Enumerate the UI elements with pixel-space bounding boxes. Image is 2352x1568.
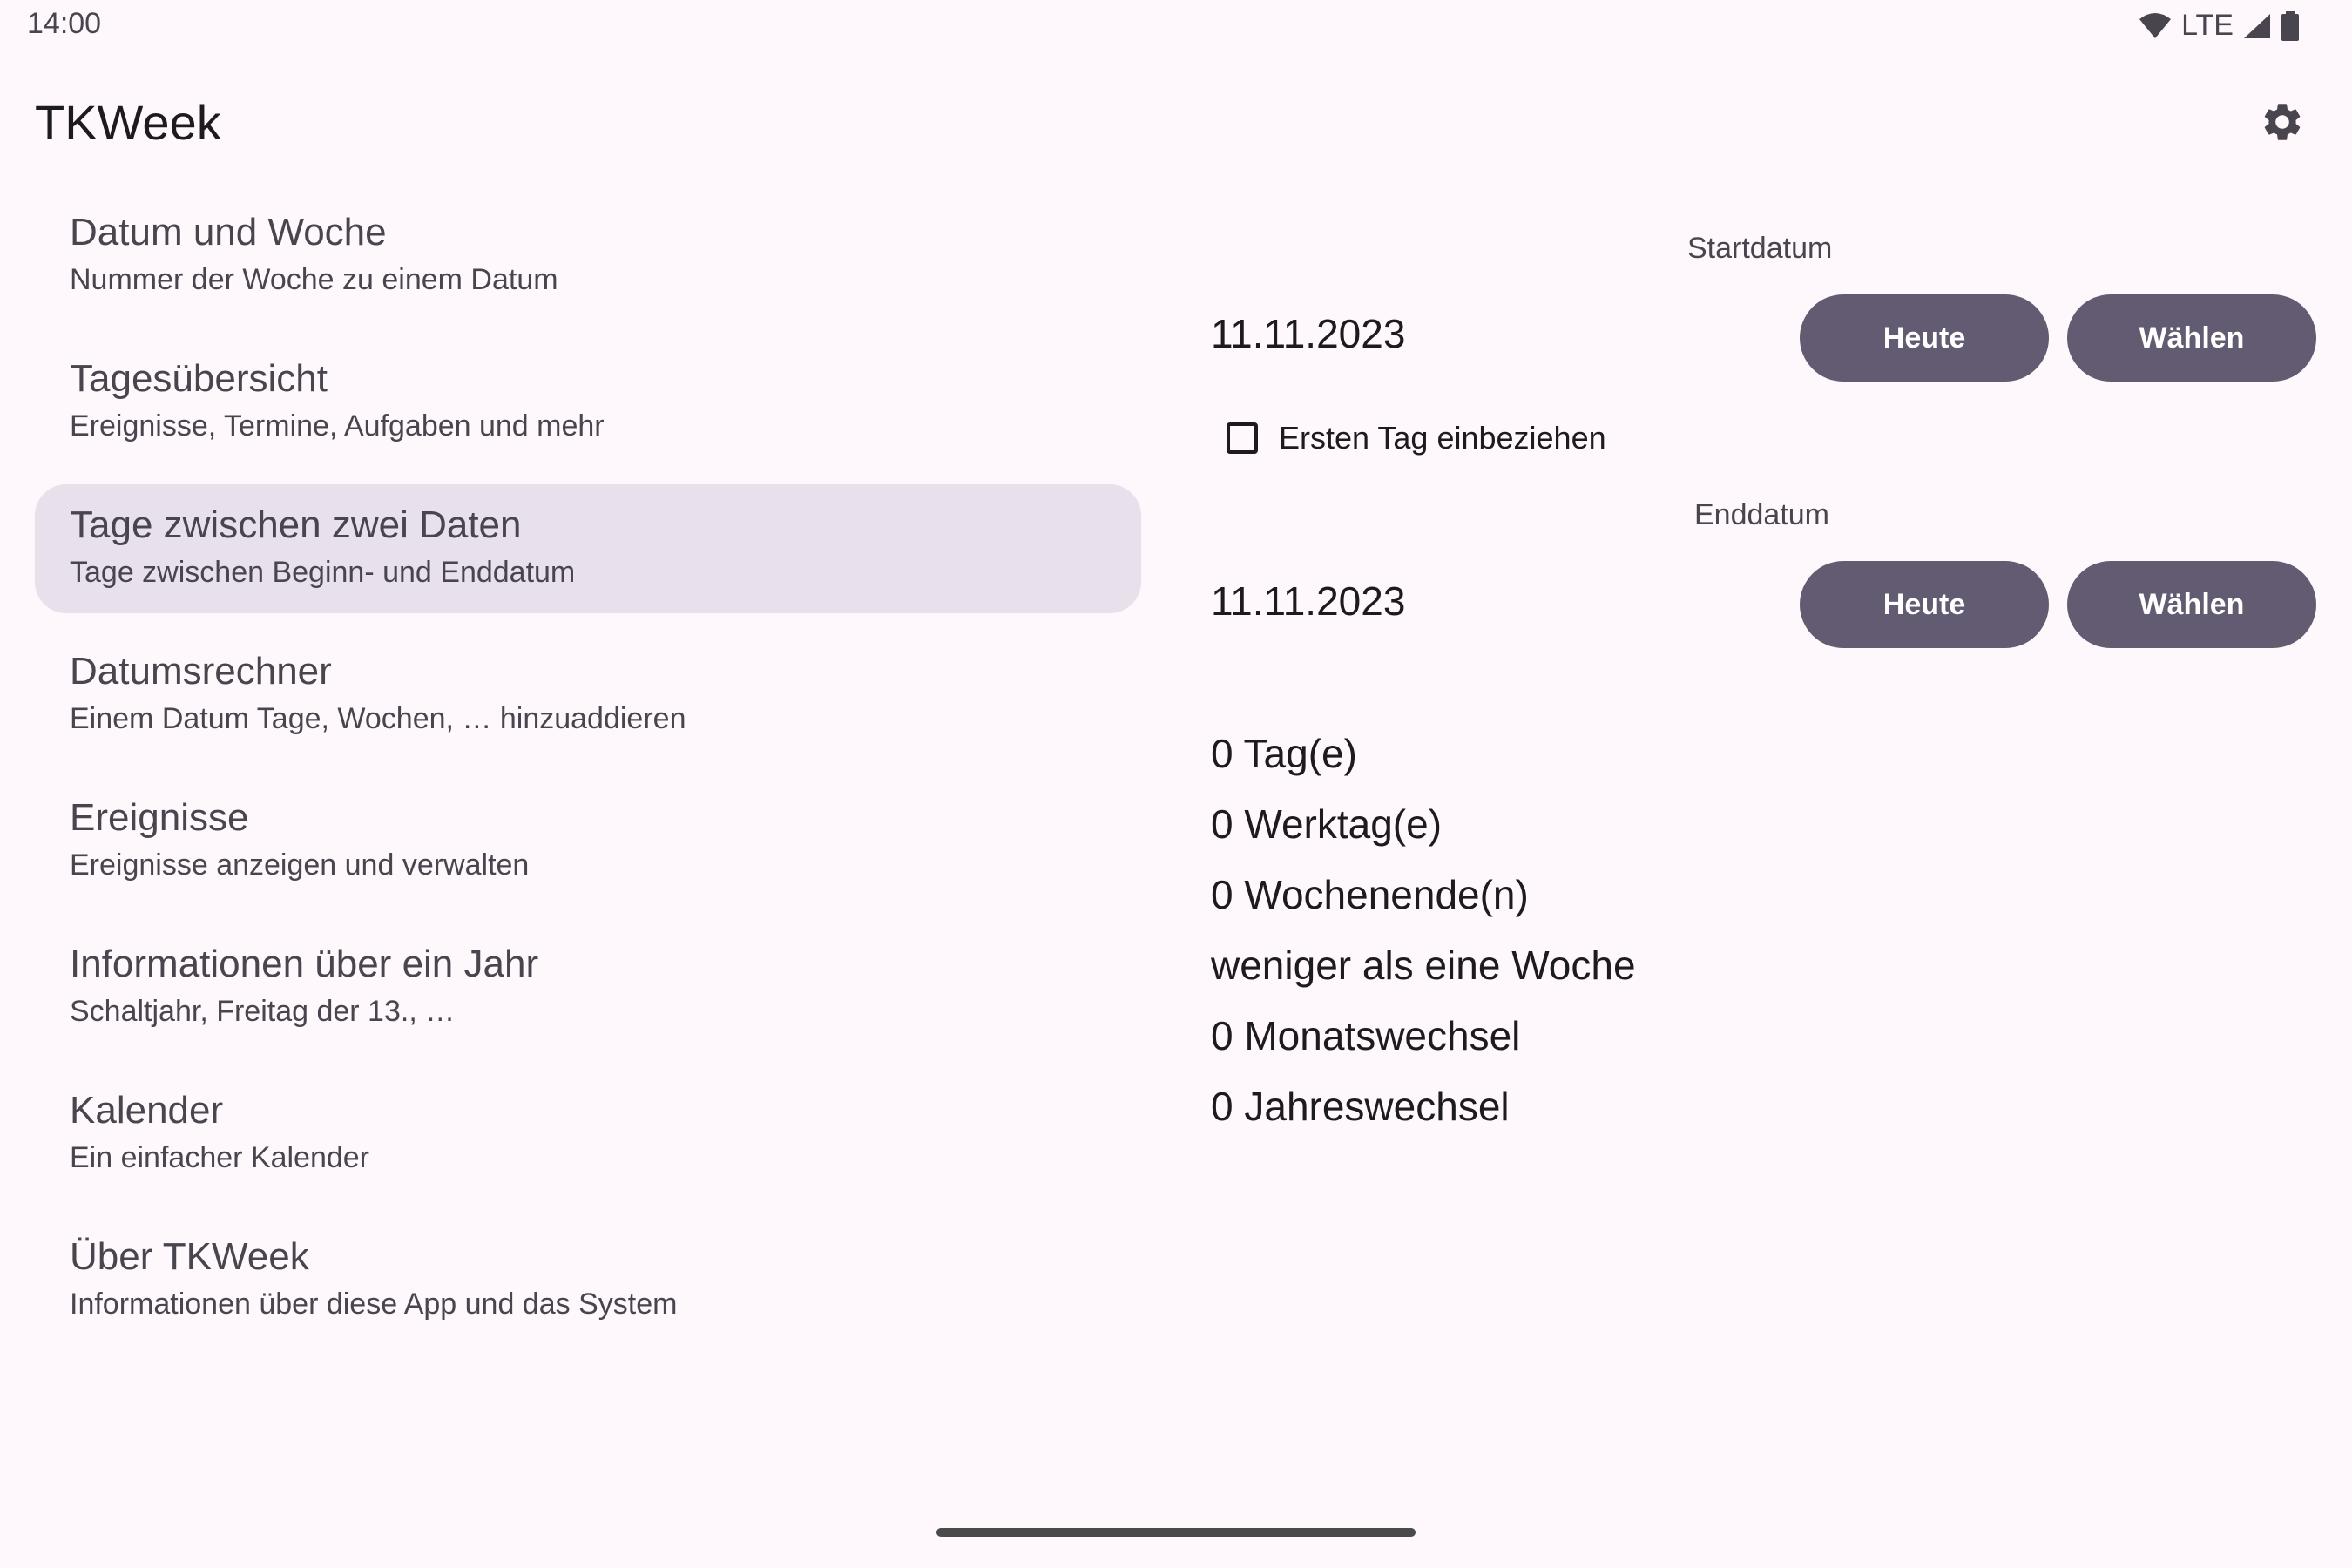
nav-item-subtitle: Informationen über diese App und das Sys… xyxy=(70,1288,678,1321)
nav-item-title: Datumsrechner xyxy=(70,650,332,693)
checkbox-icon[interactable] xyxy=(1227,422,1258,454)
nav-item-informationen-ueber-ein-jahr[interactable]: Informationen über ein Jahr Schaltjahr, … xyxy=(35,923,1141,1052)
nav-item-title: Über TKWeek xyxy=(70,1235,309,1278)
nav-item-ueber-tkweek[interactable]: Über TKWeek Informationen über diese App… xyxy=(35,1216,1141,1345)
status-icons: LTE xyxy=(2138,9,2300,43)
include-first-day-label: Ersten Tag einbeziehen xyxy=(1279,420,1606,456)
nav-item-datumsrechner[interactable]: Datumsrechner Einem Datum Tage, Wochen, … xyxy=(35,631,1141,760)
start-date-label: Startdatum xyxy=(1687,232,1833,265)
nav-item-title: Tage zwischen zwei Daten xyxy=(70,504,522,546)
nav-item-title: Ereignisse xyxy=(70,796,249,839)
network-type: LTE xyxy=(2181,9,2234,42)
nav-item-tagesuebersicht[interactable]: Tagesübersicht Ereignisse, Termine, Aufg… xyxy=(35,338,1141,467)
nav-item-subtitle: Schaltjahr, Freitag der 13., … xyxy=(70,995,456,1028)
gear-icon xyxy=(2260,99,2305,149)
start-date-value: 11.11.2023 xyxy=(1211,311,1406,356)
nav-item-ereignisse[interactable]: Ereignisse Ereignisse anzeigen und verwa… xyxy=(35,777,1141,906)
result-month-changes: 0 Monatswechsel xyxy=(1211,1013,1521,1058)
nav-item-title: Tagesübersicht xyxy=(70,357,328,400)
include-first-day-checkbox[interactable]: Ersten Tag einbeziehen xyxy=(1227,420,1606,456)
result-days: 0 Tag(e) xyxy=(1211,731,1357,776)
nav-item-subtitle: Ein einfacher Kalender xyxy=(70,1141,370,1174)
nav-item-title: Datum und Woche xyxy=(70,211,387,253)
result-workdays: 0 Werktag(e) xyxy=(1211,801,1443,847)
nav-item-title: Informationen über ein Jahr xyxy=(70,943,539,985)
result-year-changes: 0 Jahreswechsel xyxy=(1211,1084,1510,1129)
home-indicator[interactable] xyxy=(936,1528,1416,1537)
nav-item-subtitle: Nummer der Woche zu einem Datum xyxy=(70,263,558,296)
nav-item-tage-zwischen-zwei-daten[interactable]: Tage zwischen zwei Daten Tage zwischen B… xyxy=(35,484,1141,613)
app-title: TKWeek xyxy=(35,95,221,150)
nav-item-subtitle: Ereignisse anzeigen und verwalten xyxy=(70,848,530,882)
wifi-icon xyxy=(2138,12,2173,40)
app-screen: 14:00 LTE TKWeek Datum und Woche Nummer … xyxy=(0,0,2352,1568)
result-weeks: weniger als eine Woche xyxy=(1211,943,1636,988)
end-today-button[interactable]: Heute xyxy=(1800,561,2049,648)
nav-item-subtitle: Einem Datum Tage, Wochen, … hinzuaddiere… xyxy=(70,702,686,735)
start-choose-button[interactable]: Wählen xyxy=(2067,294,2316,382)
end-choose-button[interactable]: Wählen xyxy=(2067,561,2316,648)
nav-list: Datum und Woche Nummer der Woche zu eine… xyxy=(35,192,1141,1362)
nav-item-subtitle: Tage zwischen Beginn- und Enddatum xyxy=(70,556,576,589)
battery-icon xyxy=(2281,10,2300,41)
nav-item-datum-und-woche[interactable]: Datum und Woche Nummer der Woche zu eine… xyxy=(35,192,1141,321)
start-today-button[interactable]: Heute xyxy=(1800,294,2049,382)
nav-item-title: Kalender xyxy=(70,1089,224,1132)
status-time: 14:00 xyxy=(27,7,102,40)
end-date-value: 11.11.2023 xyxy=(1211,578,1406,624)
nav-item-kalender[interactable]: Kalender Ein einfacher Kalender xyxy=(35,1070,1141,1199)
nav-item-subtitle: Ereignisse, Termine, Aufgaben und mehr xyxy=(70,409,605,443)
end-date-label: Enddatum xyxy=(1694,498,1829,531)
signal-icon xyxy=(2242,12,2272,40)
settings-button[interactable] xyxy=(2254,96,2310,152)
result-weekends: 0 Wochenende(n) xyxy=(1211,872,1529,917)
